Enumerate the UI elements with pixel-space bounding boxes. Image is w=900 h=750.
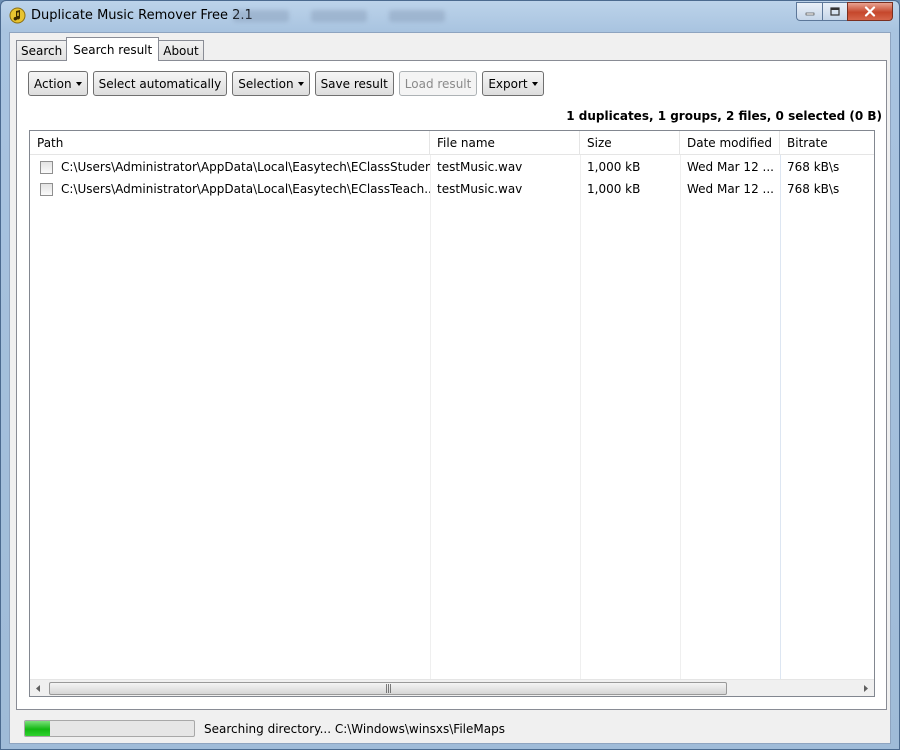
grip-icon: |||	[384, 683, 392, 694]
dropdown-arrow-icon	[297, 81, 304, 86]
minimize-button[interactable]	[796, 2, 822, 21]
result-summary: 1 duplicates, 1 groups, 2 files, 0 selec…	[566, 109, 882, 123]
toolbar: Action Select automatically Selection Sa…	[28, 71, 544, 96]
column-header-size[interactable]: Size	[580, 131, 680, 155]
column-header-bitrate[interactable]: Bitrate	[780, 131, 874, 155]
blurred-title-region	[311, 10, 367, 22]
action-label: Action	[34, 76, 72, 91]
dropdown-arrow-icon	[531, 81, 538, 86]
title-bar[interactable]: Duplicate Music Remover Free 2.1	[1, 1, 899, 31]
app-window: Duplicate Music Remover Free 2.1 Search …	[0, 0, 900, 750]
cell-path: C:\Users\Administrator\AppData\Local\Eas…	[61, 160, 430, 174]
chevron-right-icon	[864, 685, 868, 692]
chevron-left-icon	[36, 685, 40, 692]
cell-date-modified: Wed Mar 12 ...	[687, 182, 774, 196]
cell-path: C:\Users\Administrator\AppData\Local\Eas…	[61, 182, 430, 196]
tab-search[interactable]: Search	[16, 40, 68, 61]
column-header-file-name[interactable]: File name	[430, 131, 580, 155]
scroll-right-button[interactable]	[857, 680, 874, 696]
status-bar: Searching directory... C:\Windows\winsxs…	[10, 713, 890, 743]
column-divider	[580, 155, 581, 680]
status-text: Searching directory... C:\Windows\winsxs…	[204, 722, 505, 736]
results-table: Path File name Size Date modified Bitrat…	[29, 130, 875, 697]
table-header: Path File name Size Date modified Bitrat…	[30, 131, 874, 155]
app-icon	[9, 7, 26, 24]
horizontal-scrollbar[interactable]: |||	[30, 679, 874, 696]
cell-size: 1,000 kB	[587, 160, 641, 174]
blurred-title-region	[389, 10, 445, 22]
client-area: Search Search result About Action Select…	[9, 32, 891, 744]
column-divider	[430, 155, 431, 680]
selection-label: Selection	[238, 76, 294, 91]
caption-buttons	[796, 2, 893, 21]
search-result-page: Action Select automatically Selection Sa…	[16, 60, 887, 710]
cell-bitrate: 768 kB\s	[787, 182, 840, 196]
minimize-icon	[805, 12, 814, 15]
save-result-button[interactable]: Save result	[314, 71, 394, 96]
row-checkbox[interactable]	[40, 161, 53, 174]
tab-strip: Search Search result About	[16, 37, 204, 61]
scrollbar-thumb[interactable]: |||	[49, 682, 727, 695]
load-result-button[interactable]: Load result	[398, 71, 478, 96]
tab-about[interactable]: About	[158, 40, 204, 61]
close-button[interactable]	[847, 2, 893, 21]
cell-file-name: testMusic.wav	[437, 182, 523, 196]
blurred-title-region	[233, 10, 289, 22]
cell-size: 1,000 kB	[587, 182, 641, 196]
select-automatically-button[interactable]: Select automatically	[92, 71, 228, 96]
progress-bar	[24, 720, 195, 737]
maximize-button[interactable]	[822, 2, 847, 21]
row-checkbox[interactable]	[40, 183, 53, 196]
cell-date-modified: Wed Mar 12 ...	[687, 160, 774, 174]
scroll-left-button[interactable]	[30, 680, 47, 696]
cell-bitrate: 768 kB\s	[787, 160, 840, 174]
column-header-path[interactable]: Path	[30, 131, 430, 155]
column-header-date-modified[interactable]: Date modified	[680, 131, 780, 155]
export-label: Export	[488, 76, 528, 91]
action-dropdown-button[interactable]: Action	[28, 71, 88, 96]
table-row[interactable]: C:\Users\Administrator\AppData\Local\Eas…	[30, 178, 874, 200]
progress-fill	[25, 721, 51, 736]
selection-dropdown-button[interactable]: Selection	[232, 71, 310, 96]
window-title: Duplicate Music Remover Free 2.1	[31, 8, 253, 23]
dropdown-arrow-icon	[75, 81, 82, 86]
column-divider	[780, 155, 781, 680]
export-dropdown-button[interactable]: Export	[482, 71, 544, 96]
column-divider	[680, 155, 681, 680]
table-row[interactable]: C:\Users\Administrator\AppData\Local\Eas…	[30, 156, 874, 178]
tab-search-result[interactable]: Search result	[66, 37, 160, 61]
cell-file-name: testMusic.wav	[437, 160, 523, 174]
maximize-icon	[830, 7, 840, 16]
close-icon	[864, 6, 876, 17]
